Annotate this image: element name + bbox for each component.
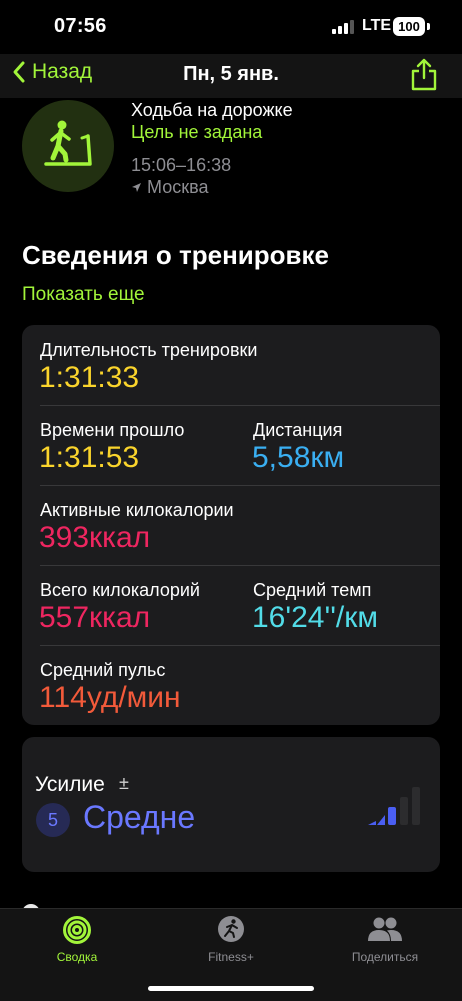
- navigation-bar: Назад Пн, 5 янв.: [0, 54, 462, 98]
- workout-goal: Цель не задана: [131, 122, 263, 142]
- effort-adjust-icon[interactable]: ±: [119, 773, 129, 794]
- effort-label: Усилие: [35, 773, 105, 796]
- avg-pace-label: Средний темп: [253, 580, 372, 600]
- workout-time-range: 15:06–16:38: [131, 155, 232, 175]
- battery-tip: [427, 23, 430, 30]
- divider: [40, 485, 440, 486]
- section-title: Сведения о тренировке: [22, 240, 330, 270]
- workout-name: Ходьба на дорожке: [131, 100, 293, 120]
- treadmill-walk-icon: [22, 100, 114, 192]
- elapsed-label: Времени прошло: [40, 420, 185, 440]
- activity-rings-icon: [63, 916, 91, 944]
- tab-fitness-plus-label: Fitness+: [208, 950, 254, 964]
- workout-location: Москва: [131, 177, 208, 198]
- location-label: Москва: [147, 177, 209, 197]
- effort-bars-icon: [368, 787, 420, 825]
- battery-level: 100: [398, 19, 420, 34]
- share-button[interactable]: [408, 56, 440, 97]
- divider: [40, 645, 440, 646]
- tab-sharing-label: Поделиться: [351, 950, 419, 964]
- sharing-people-icon: [368, 917, 402, 941]
- distance-label: Дистанция: [253, 420, 343, 440]
- divider: [40, 405, 440, 406]
- page-title: Пн, 5 янв.: [183, 63, 279, 85]
- total-kcal-label: Всего килокалорий: [40, 580, 200, 600]
- status-bar: 07:56 LTE 100: [0, 0, 462, 54]
- fitness-plus-icon: [218, 916, 244, 942]
- signal-strength-icon: [332, 20, 354, 34]
- active-kcal-label: Активные килокалории: [40, 500, 234, 520]
- share-icon: [411, 58, 437, 91]
- workout-details-card: Длительность тренировки 1:31:33 Времени …: [22, 325, 440, 725]
- effort-card[interactable]: Усилие ± 5 Средне: [22, 737, 440, 872]
- active-kcal-value: 393ккал: [39, 521, 151, 554]
- avg-pace-value: 16'24''/км: [252, 601, 379, 634]
- effort-level-text: Средне: [83, 799, 196, 835]
- status-time: 07:56: [54, 15, 107, 37]
- duration-label: Длительность тренировки: [40, 340, 258, 360]
- distance-value: 5,58км: [252, 441, 345, 474]
- tab-summary-label: Сводка: [56, 950, 98, 964]
- duration-value: 1:31:33: [39, 361, 140, 394]
- location-arrow-icon: [132, 183, 141, 192]
- avg-hr-label: Средний пульс: [40, 660, 166, 680]
- effort-level-badge: 5: [36, 803, 70, 837]
- divider: [40, 565, 440, 566]
- total-kcal-value: 557ккал: [39, 601, 151, 634]
- show-more-link[interactable]: Показать еще: [22, 284, 145, 306]
- elapsed-value: 1:31:53: [39, 441, 140, 474]
- network-type: LTE: [362, 17, 392, 34]
- battery-icon: 100: [393, 17, 425, 36]
- home-indicator[interactable]: [148, 986, 314, 991]
- avg-hr-value: 114уд/мин: [39, 681, 181, 714]
